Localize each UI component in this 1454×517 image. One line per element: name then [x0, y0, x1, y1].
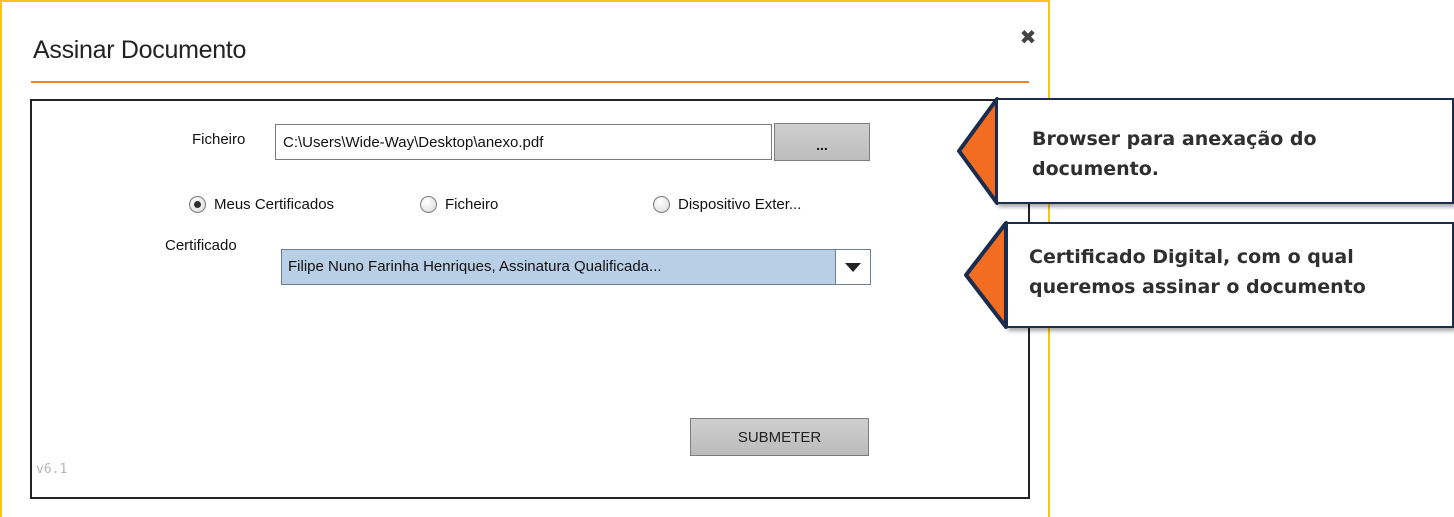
radio-meus-certificados[interactable]: Meus Certificados	[189, 196, 334, 213]
submit-button[interactable]: SUBMETER	[690, 418, 869, 456]
callout-arrow-icon	[957, 97, 999, 205]
callout-arrow-icon	[964, 221, 1008, 329]
radio-label: Meus Certificados	[214, 196, 335, 213]
radio-label: Dispositivo Exter...	[678, 196, 802, 213]
sign-document-dialog: ✖ Assinar Documento Ficheiro ... Meus Ce…	[0, 0, 1050, 517]
close-icon[interactable]: ✖	[1015, 24, 1041, 50]
callout-text: queremos assinar o documento	[1029, 276, 1366, 298]
ficheiro-label: Ficheiro	[192, 131, 246, 148]
radio-unchecked-icon	[420, 196, 437, 213]
callout-text: Certificado Digital, com o qual	[1029, 246, 1354, 268]
callout-text: documento.	[1032, 158, 1160, 180]
certificado-select[interactable]: Filipe Nuno Farinha Henriques, Assinatur…	[281, 249, 871, 285]
file-path-input[interactable]	[275, 124, 772, 160]
radio-label: Ficheiro	[445, 196, 499, 213]
form-panel: Ficheiro ... Meus Certificados Ficheiro …	[30, 99, 1030, 499]
callout-browser: Browser para anexação do documento.	[996, 98, 1454, 204]
radio-unchecked-icon	[653, 196, 670, 213]
chevron-down-icon	[845, 262, 861, 272]
title-divider	[31, 81, 1029, 83]
version-label: v6.1	[36, 462, 68, 477]
browse-button[interactable]: ...	[774, 123, 870, 161]
callout-text: Browser para anexação do	[1032, 128, 1317, 150]
radio-checked-icon	[189, 196, 206, 213]
dropdown-button[interactable]	[835, 250, 870, 284]
certificado-label: Certificado	[165, 237, 237, 254]
dialog-title: Assinar Documento	[33, 36, 247, 64]
callout-certificado: Certificado Digital, com o qual queremos…	[1006, 222, 1454, 328]
radio-ficheiro[interactable]: Ficheiro	[420, 196, 498, 213]
certificado-selected-value: Filipe Nuno Farinha Henriques, Assinatur…	[282, 250, 835, 284]
radio-dispositivo-externo[interactable]: Dispositivo Exter...	[653, 196, 801, 213]
